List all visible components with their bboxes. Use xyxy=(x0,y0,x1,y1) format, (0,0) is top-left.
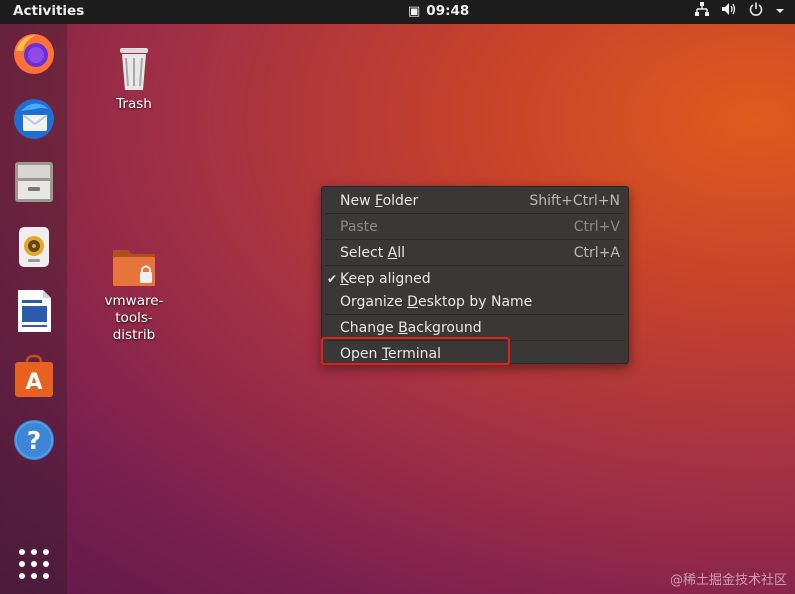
menu-separator xyxy=(326,265,624,266)
folder-label-line1: vmware- xyxy=(104,293,164,309)
calendar-icon: ▣ xyxy=(408,3,421,19)
svg-text:?: ? xyxy=(27,426,42,455)
files-icon[interactable] xyxy=(11,160,57,206)
menu-item-organize-desktop[interactable]: Organize Desktop by Name xyxy=(322,290,628,314)
trash-label: Trash xyxy=(116,96,152,112)
clock[interactable]: ▣ 09:48 xyxy=(408,3,469,19)
shortcut-new-folder: Shift+Ctrl+N xyxy=(529,193,620,209)
menu-item-select-all[interactable]: Select All Ctrl+A xyxy=(322,241,628,265)
menu-item-paste: Paste Ctrl+V xyxy=(322,215,628,239)
check-icon: ✔ xyxy=(327,272,338,286)
menu-item-keep-aligned[interactable]: ✔ Keep aligned xyxy=(322,267,628,291)
menu-item-new-folder[interactable]: New Folder Shift+Ctrl+N xyxy=(322,189,628,213)
folder-label-line2: tools- xyxy=(115,310,153,326)
shortcut-select-all: Ctrl+A xyxy=(573,245,620,261)
trash-icon xyxy=(120,48,148,90)
activities-button[interactable]: Activities xyxy=(13,3,84,19)
trash-desktop-item[interactable]: Trash xyxy=(103,44,165,112)
thunderbird-icon[interactable] xyxy=(11,95,57,141)
folder-label-line3: distrib xyxy=(112,327,156,343)
menu-separator xyxy=(326,314,624,315)
app-grid-icon[interactable] xyxy=(11,541,57,587)
volume-icon[interactable] xyxy=(721,2,737,20)
system-tray[interactable] xyxy=(695,2,785,20)
vmware-folder-desktop-item[interactable]: vmware- tools- distrib xyxy=(100,244,168,344)
menu-separator xyxy=(326,239,624,240)
clock-time: 09:48 xyxy=(426,3,470,19)
firefox-icon[interactable] xyxy=(11,31,57,77)
open-terminal-highlight-box xyxy=(321,337,510,365)
menu-separator xyxy=(326,213,624,214)
folder-icon xyxy=(113,250,155,286)
help-icon[interactable]: ? xyxy=(11,417,57,463)
software-icon[interactable]: A xyxy=(11,353,57,399)
watermark: @稀土掘金技术社区 xyxy=(669,573,787,588)
shortcut-paste: Ctrl+V xyxy=(573,219,620,235)
svg-text:A: A xyxy=(25,370,42,395)
writer-icon[interactable] xyxy=(11,288,57,334)
rhythmbox-icon[interactable] xyxy=(11,224,57,270)
dock: A ? xyxy=(0,24,67,594)
top-bar: Activities ▣ 09:48 xyxy=(0,0,795,24)
chevron-down-icon[interactable] xyxy=(775,3,785,19)
power-icon[interactable] xyxy=(749,2,763,20)
network-icon[interactable] xyxy=(695,2,709,20)
